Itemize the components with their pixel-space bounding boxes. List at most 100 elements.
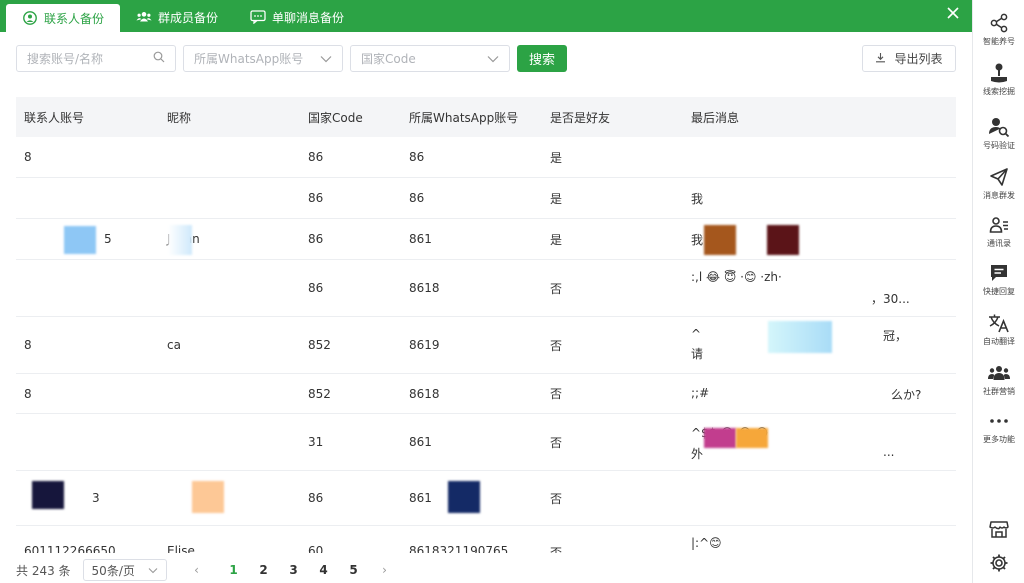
table-row[interactable]: 3 86 861 否 bbox=[16, 471, 956, 526]
cell-code: 852 bbox=[308, 338, 331, 352]
message-line: ;;# bbox=[691, 385, 710, 400]
cell-owner: 8618 bbox=[409, 281, 440, 295]
sidebar-item-quick-reply[interactable]: 快捷回复 bbox=[973, 262, 1024, 306]
download-icon bbox=[875, 52, 894, 66]
table-row[interactable]: 5 Julian 86 861 是 我 bbox=[16, 219, 956, 260]
page-button-1[interactable]: 1 bbox=[219, 563, 249, 577]
group-icon bbox=[988, 362, 1010, 384]
cell-last-message: 我 bbox=[691, 191, 704, 206]
country-code-select[interactable]: 国家Code bbox=[350, 45, 510, 72]
sidebar-item-mass-message[interactable]: 消息群发 bbox=[973, 166, 1024, 210]
close-icon[interactable] bbox=[944, 6, 962, 24]
sidebar-label: 号码验证 bbox=[983, 141, 1015, 150]
header-owner-account: 所属WhatsApp账号 bbox=[409, 110, 519, 125]
search-button[interactable]: 搜索 bbox=[517, 45, 567, 72]
translate-icon bbox=[988, 312, 1010, 334]
sidebar-label: 消息群发 bbox=[983, 191, 1015, 200]
tab-contact-backup[interactable]: 联系人备份 bbox=[6, 4, 121, 32]
pagination: 共 243 条 50条/页 ‹ 1 2 3 4 5 › bbox=[16, 559, 393, 581]
image-thumb-blur bbox=[704, 225, 736, 255]
app-window: 联系人备份 群成员备份 单聊消息备份 搜索账号/名称 所属WhatsApp账号 bbox=[0, 0, 1024, 583]
table-row[interactable]: 8 ca 852 8619 否 ^ 冠， 请 bbox=[16, 317, 956, 374]
export-list-button[interactable]: 导出列表 bbox=[862, 45, 956, 72]
avatar-blur bbox=[168, 225, 192, 255]
table-row[interactable]: 31 861 否 ^$$ 😂 😂 😊 外 ... bbox=[16, 414, 956, 471]
table-row[interactable]: 86 8618 否 :,l 😂 😇 ·😊 ·zh· ，30... bbox=[16, 260, 956, 317]
cell-code: 31 bbox=[308, 435, 324, 449]
cell-owner: 861 bbox=[409, 435, 432, 449]
sidebar-label: 快捷回复 bbox=[983, 287, 1015, 296]
sidebar-item-contacts[interactable]: 通讯录 bbox=[973, 214, 1024, 258]
user-search-icon bbox=[988, 116, 1010, 138]
page-size-select[interactable]: 50条/页 bbox=[82, 559, 167, 581]
image-thumb-blur bbox=[768, 321, 832, 353]
chat-bubble-icon bbox=[988, 262, 1010, 284]
message-line: ... bbox=[883, 444, 895, 459]
cell-code: 86 bbox=[308, 232, 324, 246]
cell-account: 8 bbox=[24, 338, 32, 352]
avatar-blur bbox=[192, 481, 224, 513]
table-row[interactable]: 86 86 是 我 bbox=[16, 178, 956, 219]
search-input[interactable]: 搜索账号/名称 bbox=[16, 45, 176, 72]
cell-owner: 86 bbox=[409, 150, 425, 164]
right-sidebar: 智能养号 线索挖掘 号码验证 消息群发 通讯录 快捷回复 自动翻译 社群营销 更… bbox=[972, 0, 1024, 583]
page-button-4[interactable]: 4 bbox=[309, 563, 339, 577]
sidebar-item-more[interactable]: 更多功能 bbox=[973, 410, 1024, 454]
cell-owner: 8619 bbox=[409, 338, 440, 352]
cell-friend: 否 bbox=[550, 281, 563, 296]
sidebar-label: 线索挖掘 bbox=[983, 87, 1015, 96]
more-icon bbox=[988, 410, 1010, 432]
contacts-table: 联系人账号 昵称 国家Code 所属WhatsApp账号 是否是好友 最后消息 … bbox=[16, 97, 956, 566]
contacts-icon bbox=[988, 214, 1010, 236]
tab-label: 群成员备份 bbox=[158, 10, 219, 25]
page-button-2[interactable]: 2 bbox=[249, 563, 279, 577]
store-button[interactable] bbox=[973, 518, 1024, 542]
page-button-5[interactable]: 5 bbox=[339, 563, 369, 577]
tab-group-member-backup[interactable]: 群成员备份 bbox=[120, 2, 234, 32]
cell-code: 86 bbox=[308, 191, 324, 205]
cell-account: 8 bbox=[24, 386, 32, 401]
page-button-3[interactable]: 3 bbox=[279, 563, 309, 577]
cell-account: 8 bbox=[24, 150, 32, 164]
total-count: 共 243 条 bbox=[16, 563, 71, 578]
image-thumb-blur bbox=[704, 428, 736, 448]
tab-chat-backup[interactable]: 单聊消息备份 bbox=[234, 2, 360, 32]
whatsapp-account-select[interactable]: 所属WhatsApp账号 bbox=[183, 45, 343, 72]
message-line: 请 bbox=[691, 346, 704, 361]
sidebar-item-smart-nurture[interactable]: 智能养号 bbox=[973, 12, 1024, 56]
message-line: 么か? bbox=[891, 387, 922, 402]
prev-page-button[interactable]: ‹ bbox=[189, 563, 205, 577]
tab-label: 联系人备份 bbox=[44, 11, 105, 26]
next-page-button[interactable]: › bbox=[377, 563, 393, 577]
cell-owner: 86 bbox=[409, 191, 425, 205]
chevron-down-icon bbox=[320, 52, 332, 66]
tab-label: 单聊消息备份 bbox=[272, 10, 345, 25]
header-is-friend: 是否是好友 bbox=[550, 110, 611, 125]
avatar-blur bbox=[32, 481, 64, 509]
sidebar-item-lead-mining[interactable]: 线索挖掘 bbox=[973, 62, 1024, 106]
cell-code: 86 bbox=[308, 491, 324, 505]
settings-button[interactable] bbox=[973, 552, 1024, 576]
cell-friend: 否 bbox=[550, 491, 563, 506]
user-circle-icon bbox=[22, 10, 38, 26]
cell-owner: 8618 bbox=[409, 386, 440, 401]
search-placeholder: 搜索账号/名称 bbox=[27, 52, 104, 66]
table-row[interactable]: 8 86 86 是 bbox=[16, 137, 956, 178]
chat-dots-icon bbox=[250, 9, 266, 25]
sidebar-item-community-marketing[interactable]: 社群营销 bbox=[973, 362, 1024, 406]
sidebar-item-auto-translate[interactable]: 自动翻译 bbox=[973, 312, 1024, 356]
sidebar-label: 智能养号 bbox=[983, 37, 1015, 46]
header-country-code: 国家Code bbox=[308, 110, 363, 125]
cell-friend: 是 bbox=[550, 150, 563, 165]
image-thumb-blur bbox=[767, 225, 799, 255]
account-placeholder: 所属WhatsApp账号 bbox=[194, 52, 304, 66]
sidebar-item-number-verify[interactable]: 号码验证 bbox=[973, 116, 1024, 160]
code-placeholder: 国家Code bbox=[361, 52, 416, 66]
message-line: 外 bbox=[691, 446, 704, 461]
store-icon bbox=[988, 518, 1010, 540]
cell-code: 86 bbox=[308, 281, 324, 295]
table-row[interactable]: 8 852 8618 否 ;;# 么か? bbox=[16, 374, 956, 414]
cell-friend: 否 bbox=[550, 387, 563, 401]
tab-bar: 联系人备份 群成员备份 单聊消息备份 bbox=[0, 0, 972, 32]
paper-plane-icon bbox=[988, 166, 1010, 188]
